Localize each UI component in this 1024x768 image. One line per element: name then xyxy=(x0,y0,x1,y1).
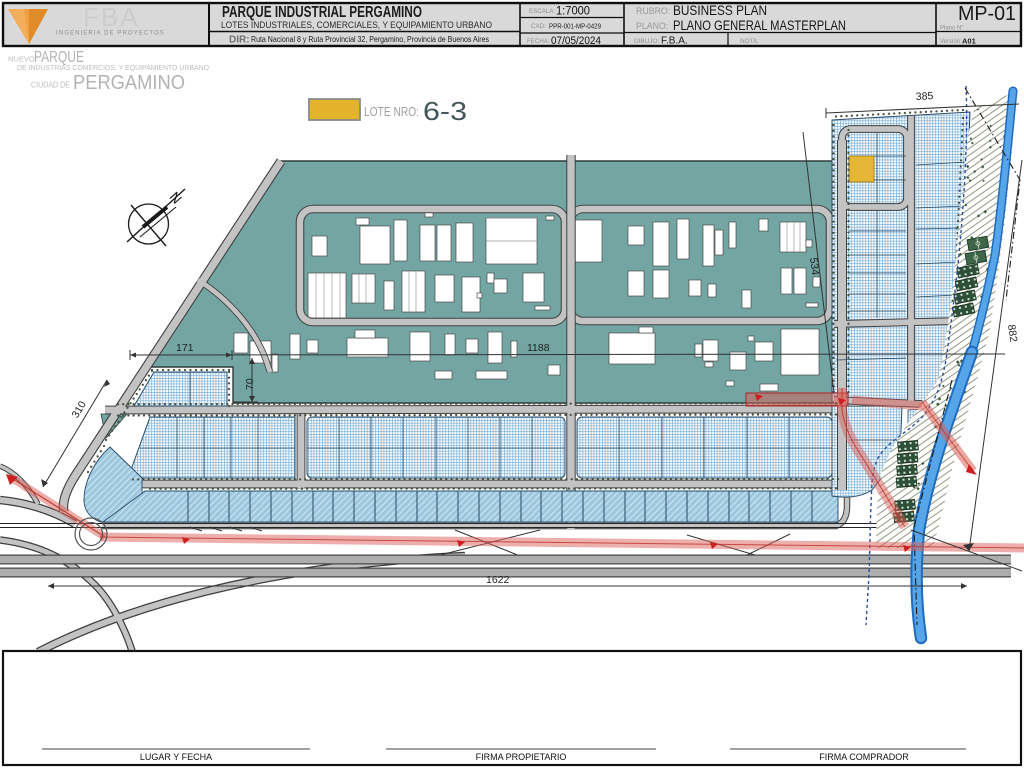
svg-text:1622: 1622 xyxy=(486,574,510,586)
svg-text:6-3: 6-3 xyxy=(423,96,467,126)
svg-text:DIR:: DIR: xyxy=(229,35,250,46)
svg-text:534: 534 xyxy=(807,257,821,276)
svg-text:171: 171 xyxy=(176,342,194,354)
svg-text:BUSINESS PLAN: BUSINESS PLAN xyxy=(673,3,767,18)
svg-text:LUGAR Y FECHA: LUGAR Y FECHA xyxy=(140,752,212,762)
svg-text:PARQUE INDUSTRIAL PERGAMINO: PARQUE INDUSTRIAL PERGAMINO xyxy=(222,4,422,21)
svg-text:F.B.A.: F.B.A. xyxy=(661,36,688,47)
svg-text:07/05/2024: 07/05/2024 xyxy=(551,35,601,47)
svg-text:CAD:: CAD: xyxy=(531,23,546,30)
svg-text:Plano N°: Plano N° xyxy=(940,26,964,32)
svg-text:FBA: FBA xyxy=(83,2,140,32)
svg-text:PERGAMINO: PERGAMINO xyxy=(73,72,185,94)
svg-text:NOTA:: NOTA: xyxy=(740,38,759,45)
svg-text:Ruta Nacional 8 y Ruta Provinc: Ruta Nacional 8 y Ruta Provincial 32, Pe… xyxy=(251,34,489,44)
svg-text:1188: 1188 xyxy=(527,342,550,354)
svg-text:Versión:: Versión: xyxy=(940,39,962,45)
svg-text:PPR-001-MP-0429: PPR-001-MP-0429 xyxy=(549,24,601,31)
svg-text:PLANO GENERAL MASTERPLAN: PLANO GENERAL MASTERPLAN xyxy=(673,18,846,33)
svg-text:882: 882 xyxy=(1005,324,1019,343)
svg-text:INGENIERIA DE PROYECTOS: INGENIERIA DE PROYECTOS xyxy=(56,31,165,37)
svg-text:385: 385 xyxy=(916,90,934,103)
svg-text:DE INDUSTRIAS COMERCIOS, Y EQU: DE INDUSTRIAS COMERCIOS, Y EQUIPAMIENTO … xyxy=(17,63,209,72)
svg-text:CIUDAD DE: CIUDAD DE xyxy=(31,80,70,90)
svg-text:DIBUJO:: DIBUJO: xyxy=(634,38,659,45)
svg-text:1:7000: 1:7000 xyxy=(556,6,590,18)
svg-text:LOTE NRO:: LOTE NRO: xyxy=(364,105,419,119)
svg-text:FIRMA PROPIETARIO: FIRMA PROPIETARIO xyxy=(476,752,567,762)
svg-text:A01: A01 xyxy=(962,37,976,46)
svg-text:LOTES INDUSTRIALES, COMERCIALE: LOTES INDUSTRIALES, COMERCIALES, Y EQUIP… xyxy=(221,20,492,31)
svg-text:FECHA:: FECHA: xyxy=(527,38,550,45)
svg-text:PLANO:: PLANO: xyxy=(636,21,668,31)
svg-text:70: 70 xyxy=(244,378,256,390)
svg-text:ESCALA:: ESCALA: xyxy=(529,8,555,15)
svg-text:FIRMA COMPRADOR: FIRMA COMPRADOR xyxy=(819,752,909,762)
svg-text:MP-01: MP-01 xyxy=(958,3,1016,25)
svg-text:RUBRO:: RUBRO: xyxy=(636,6,670,16)
